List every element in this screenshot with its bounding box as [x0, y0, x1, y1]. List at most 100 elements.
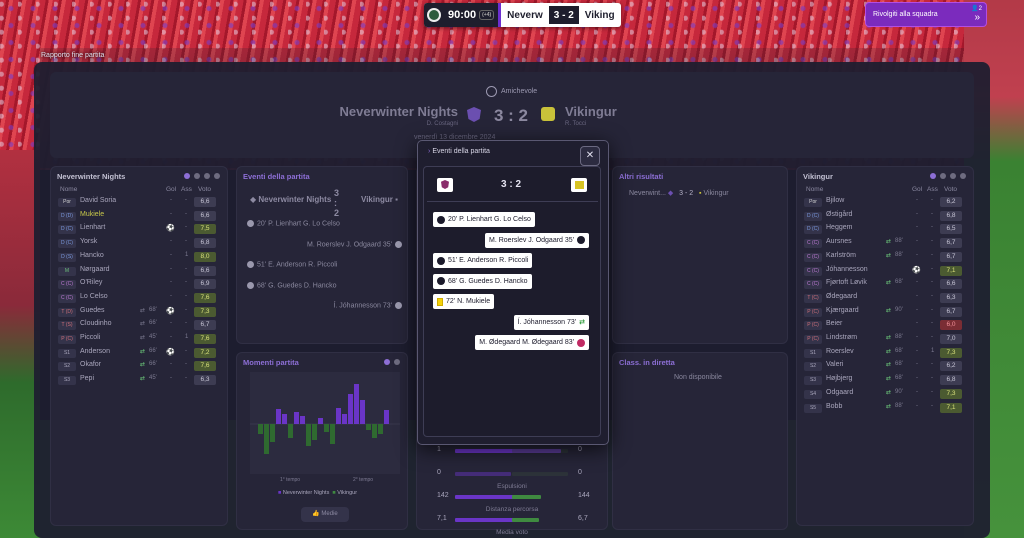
player-row[interactable]: P (C) Kjærgaard ⇄ 90' - -6,7: [800, 306, 970, 319]
player-name[interactable]: Højbjerg: [826, 375, 852, 382]
modal-event-row[interactable]: 51' E. Anderson R. Piccoli: [433, 253, 533, 268]
player-name[interactable]: David Soria: [80, 197, 116, 204]
panel-page-dots[interactable]: [930, 173, 966, 179]
player-name[interactable]: Valeri: [826, 361, 843, 368]
player-row[interactable]: S1 Roerslev ⇄ 68' - 1 7,3: [800, 347, 970, 360]
averages-button[interactable]: 👍 Medie: [301, 507, 349, 522]
player-row[interactable]: S5 Bobb ⇄ 88' - -7,1: [800, 402, 970, 415]
player-name[interactable]: Guedes: [80, 307, 105, 314]
player-name[interactable]: Yorsk: [80, 238, 97, 245]
match-clock: 90:00 (+4): [444, 3, 499, 27]
player-name[interactable]: Piccoli: [80, 334, 100, 341]
player-name[interactable]: Østigård: [826, 211, 852, 218]
player-row[interactable]: Por David Soria - - 6,6: [54, 196, 224, 209]
player-row[interactable]: S2 Okafor ⇄ 66' - -7,6: [54, 360, 224, 373]
rating-badge: 7,6: [194, 361, 216, 372]
player-row[interactable]: P (C) Lindstrøm ⇄ 88' - - 7,0: [800, 333, 970, 346]
goals-cell: -: [916, 347, 918, 354]
player-row[interactable]: P (C) Piccoli ⇄ 45' - 1 7,6: [54, 333, 224, 346]
other-result-row[interactable]: Neverwint... ◆ 3 - 2 ▪ Vikingur: [629, 189, 729, 197]
position-badge: P (C): [804, 335, 822, 344]
player-row[interactable]: T (D) Guedes ⇄ 68' ⚽ -7,3: [54, 306, 224, 319]
player-name[interactable]: Pepi: [80, 375, 94, 382]
player-name[interactable]: Lindstrøm: [826, 334, 857, 341]
home-lineup-title: Neverwinter Nights: [57, 172, 126, 181]
panel-page-dots[interactable]: [184, 173, 220, 179]
player-row[interactable]: D (C) Lienhart ⚽ -7,5: [54, 223, 224, 236]
substitution-icon: ⇄: [886, 335, 892, 341]
added-time: (+4): [479, 10, 495, 20]
player-name[interactable]: Nørgaard: [80, 266, 110, 273]
rating-badge: 6,7: [194, 320, 216, 331]
modal-event-row[interactable]: 72' N. Mukiele: [433, 294, 495, 309]
player-row[interactable]: T (S) Cloudinho ⇄ 66' - -6,7: [54, 319, 224, 332]
stat-home-value: 0: [437, 469, 441, 476]
player-row[interactable]: S1 Anderson ⇄ 66' ⚽ -7,2: [54, 347, 224, 360]
event-row: 20' P. Lienhart G. Lo Celso: [247, 220, 340, 227]
breadcrumb[interactable]: Rapporto fine partita: [41, 52, 104, 59]
player-name[interactable]: Okafor: [80, 361, 101, 368]
modal-event-row[interactable]: M. Ødegaard M. Ødegaard 83': [475, 335, 589, 350]
rating-badge: 8,0: [194, 251, 216, 262]
player-name[interactable]: Mukiele: [80, 211, 104, 218]
player-name[interactable]: Beier: [826, 320, 842, 327]
player-row[interactable]: C (C) Aursnes ⇄ 88' - -6,7: [800, 237, 970, 250]
player-row[interactable]: P (C) Beier - -6,0: [800, 319, 970, 332]
player-name[interactable]: Lienhart: [80, 224, 105, 231]
player-row[interactable]: T (C) Ødegaard - -6,3: [800, 292, 970, 305]
moments-page-dots[interactable]: [384, 359, 400, 365]
player-row[interactable]: D (C) Heggem - -6,5: [800, 223, 970, 236]
player-name[interactable]: Cloudinho: [80, 320, 112, 327]
player-name[interactable]: Kjærgaard: [826, 307, 859, 314]
modal-event-text: 68' G. Guedes D. Hancko: [448, 277, 528, 285]
player-row[interactable]: D (C) Østigård - -6,8: [800, 210, 970, 223]
player-row[interactable]: D (C) Yorsk - -6,8: [54, 237, 224, 250]
player-row[interactable]: S3 Pepi ⇄ 45' - -6,3: [54, 374, 224, 387]
modal-event-row[interactable]: M. Roerslev J. Odgaard 35': [485, 232, 589, 248]
player-row[interactable]: C (C) Karlström ⇄ 88' - -6,7: [800, 251, 970, 264]
modal-event-row[interactable]: 68' G. Guedes D. Hancko: [433, 273, 532, 289]
header-home-team[interactable]: Neverwinter Nights: [340, 104, 458, 119]
scoreboard[interactable]: 90:00 (+4) Neverw 3 - 2 Viking: [424, 3, 621, 27]
player-name[interactable]: Lo Celso: [80, 293, 108, 300]
player-name[interactable]: Fjørtoft Løvik: [826, 279, 867, 286]
modal-event-row[interactable]: Í. Jóhannesson 73' ⇄: [513, 314, 589, 330]
event-text: 51' E. Anderson R. Piccoli: [257, 261, 338, 269]
player-row[interactable]: S2 Valeri ⇄ 68' - -6,2: [800, 360, 970, 373]
player-name[interactable]: Hancko: [80, 252, 104, 259]
player-row[interactable]: D (D) Mukiele - -6,6: [54, 210, 224, 223]
player-name[interactable]: Bjilow: [826, 197, 844, 204]
player-name[interactable]: Odgaard: [826, 389, 853, 396]
player-name[interactable]: O'Riley: [80, 279, 102, 286]
player-name[interactable]: Roerslev: [826, 348, 854, 355]
player-row[interactable]: M Nørgaard - -6,6: [54, 265, 224, 278]
player-name[interactable]: Karlström: [826, 252, 856, 259]
stat-home-value: 7,1: [437, 515, 447, 522]
header-home-coach[interactable]: D. Costagni: [427, 121, 458, 127]
player-name[interactable]: Heggem: [826, 224, 852, 231]
player-row[interactable]: S3 Højbjerg ⇄ 68' - -6,8: [800, 374, 970, 387]
player-row[interactable]: S4 Odgaard ⇄ 90' - -7,3: [800, 388, 970, 401]
substitution-icon: ⇄: [886, 376, 892, 383]
player-name[interactable]: Ødegaard: [826, 293, 857, 300]
player-name[interactable]: Anderson: [80, 348, 110, 355]
column-header-ass: Ass: [927, 186, 938, 193]
live-table-title: Class. in diretta: [619, 358, 675, 367]
player-row[interactable]: C (C) Lo Celso - -7,6: [54, 292, 224, 305]
team-talk-button[interactable]: Rivolgiti alla squadra 👤2 »: [866, 3, 986, 26]
header-away-team[interactable]: Vikingur: [565, 104, 617, 119]
player-name[interactable]: Bobb: [826, 403, 842, 410]
header-away-coach[interactable]: R. Tocci: [565, 121, 586, 127]
rating-badge: 6,3: [194, 375, 216, 386]
player-row[interactable]: Por Bjilow - - 6,2: [800, 196, 970, 209]
player-row[interactable]: C (C) Fjørtoft Løvik ⇄ 68' - -6,6: [800, 278, 970, 291]
player-name[interactable]: Aursnes: [826, 238, 852, 245]
player-name[interactable]: Jóhannesson: [826, 266, 868, 273]
modal-event-row[interactable]: 20' P. Lienhart G. Lo Celso: [433, 212, 535, 227]
player-row[interactable]: D (S) Hancko - 1 8,0: [54, 251, 224, 264]
assists-cell: 1: [185, 251, 189, 258]
player-row[interactable]: C (C) O'Riley - -6,9: [54, 278, 224, 291]
close-button[interactable]: ✕: [580, 146, 600, 166]
goals-cell: -: [170, 292, 172, 299]
player-row[interactable]: C (C) Jóhannesson ⚽ -7,1: [800, 265, 970, 278]
